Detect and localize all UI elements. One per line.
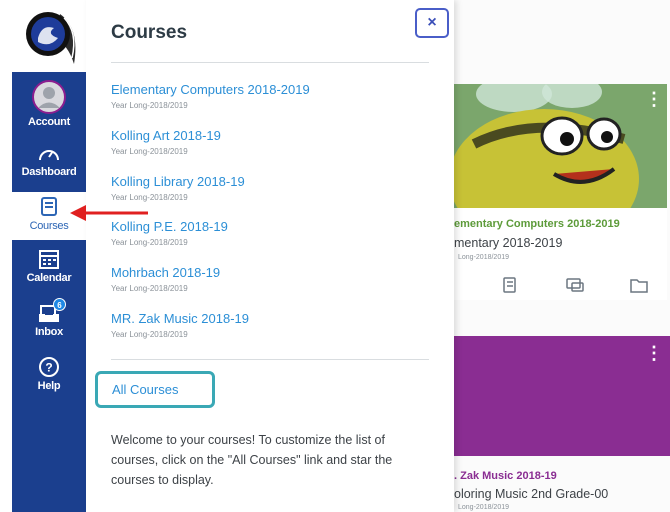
course-link[interactable]: Mohrbach 2018-19 (111, 265, 220, 280)
nav-inbox-label: Inbox (35, 326, 63, 338)
course-link[interactable]: Kolling Library 2018-19 (111, 174, 245, 189)
course-card-image-music[interactable]: ⋮ (454, 336, 670, 456)
divider (111, 62, 429, 63)
welcome-message: Welcome to your courses! To customize th… (111, 433, 393, 487)
global-nav-menu: Account Dashboard Courses Calendar 6 Inb… (12, 72, 86, 512)
nav-calendar[interactable]: Calendar (12, 248, 86, 284)
nav-inbox[interactable]: 6 Inbox (12, 298, 86, 338)
courses-book-icon (41, 197, 57, 216)
course-link[interactable]: Kolling Art 2018-19 (111, 128, 221, 143)
global-navigation: Account Dashboard Courses Calendar 6 Inb… (12, 0, 86, 512)
course-term: Year Long-2018/2019 (111, 147, 188, 156)
card-options-icon[interactable]: ⋮ (645, 90, 663, 108)
card-options-icon[interactable]: ⋮ (645, 344, 663, 362)
divider (111, 359, 429, 360)
card-action-icons (454, 275, 670, 300)
card-course-subtitle: oloring Music 2nd Grade-00 (454, 487, 609, 501)
course-link[interactable]: Elementary Computers 2018-2019 (111, 82, 310, 97)
card-course-name[interactable]: ementary Computers 2018-2019 (454, 218, 620, 230)
nav-account-label: Account (28, 116, 70, 128)
course-item[interactable]: Kolling Art 2018-19 Year Long-2018/2019 (111, 128, 221, 156)
course-term: Year Long-2018/2019 (111, 238, 188, 247)
help-icon: ? (39, 357, 59, 377)
school-logo[interactable] (24, 8, 82, 66)
course-item[interactable]: MR. Zak Music 2018-19 Year Long-2018/201… (111, 311, 249, 339)
course-item[interactable]: Kolling Library 2018-19 Year Long-2018/2… (111, 174, 245, 202)
svg-text:?: ? (45, 361, 52, 375)
course-term: Year Long-2018/2019 (111, 101, 188, 110)
red-arrow-annotation (70, 205, 148, 221)
course-link[interactable]: MR. Zak Music 2018-19 (111, 311, 249, 326)
course-term: Year Long-2018/2019 (111, 284, 188, 293)
dashboard-icon (39, 150, 59, 161)
inbox-unread-badge: 6 (53, 298, 66, 311)
course-card-image-computers[interactable]: ⋮ (454, 84, 667, 208)
dashboard-background: ⋮ ementary Computers 2018-2019 mentary 2… (454, 0, 670, 512)
course-term: Year Long-2018/2019 (111, 193, 188, 202)
account-avatar-icon (32, 80, 66, 114)
nav-account[interactable]: Account (12, 80, 86, 128)
nav-help-label: Help (37, 380, 61, 392)
files-folder-icon[interactable] (630, 279, 648, 293)
assignments-icon[interactable] (503, 277, 516, 293)
calendar-icon (39, 250, 59, 269)
card-course-term: Long-2018/2019 (458, 254, 509, 261)
discussions-icon[interactable] (566, 278, 584, 292)
bee-mascot-icon (454, 84, 639, 208)
course-item[interactable]: Mohrbach 2018-19 Year Long-2018/2019 (111, 265, 220, 293)
course-item[interactable]: Elementary Computers 2018-2019 Year Long… (111, 82, 310, 110)
card-course-name[interactable]: . Zak Music 2018-19 (454, 470, 557, 482)
close-tray-button[interactable]: × (415, 8, 449, 38)
card-course-subtitle: mentary 2018-2019 (454, 236, 563, 250)
nav-dashboard[interactable]: Dashboard (12, 144, 86, 178)
nav-dashboard-label: Dashboard (21, 166, 77, 178)
course-term: Year Long-2018/2019 (111, 330, 188, 339)
card-course-term: Long-2018/2019 (458, 504, 509, 511)
nav-calendar-label: Calendar (26, 272, 72, 284)
tray-title: Courses (111, 22, 188, 43)
courses-tray: Courses × Elementary Computers 2018-2019… (86, 0, 454, 512)
course-item[interactable]: Kolling P.E. 2018-19 Year Long-2018/2019 (111, 219, 228, 247)
all-courses-link[interactable]: All Courses (95, 371, 215, 408)
nav-help[interactable]: ? Help (12, 356, 86, 392)
